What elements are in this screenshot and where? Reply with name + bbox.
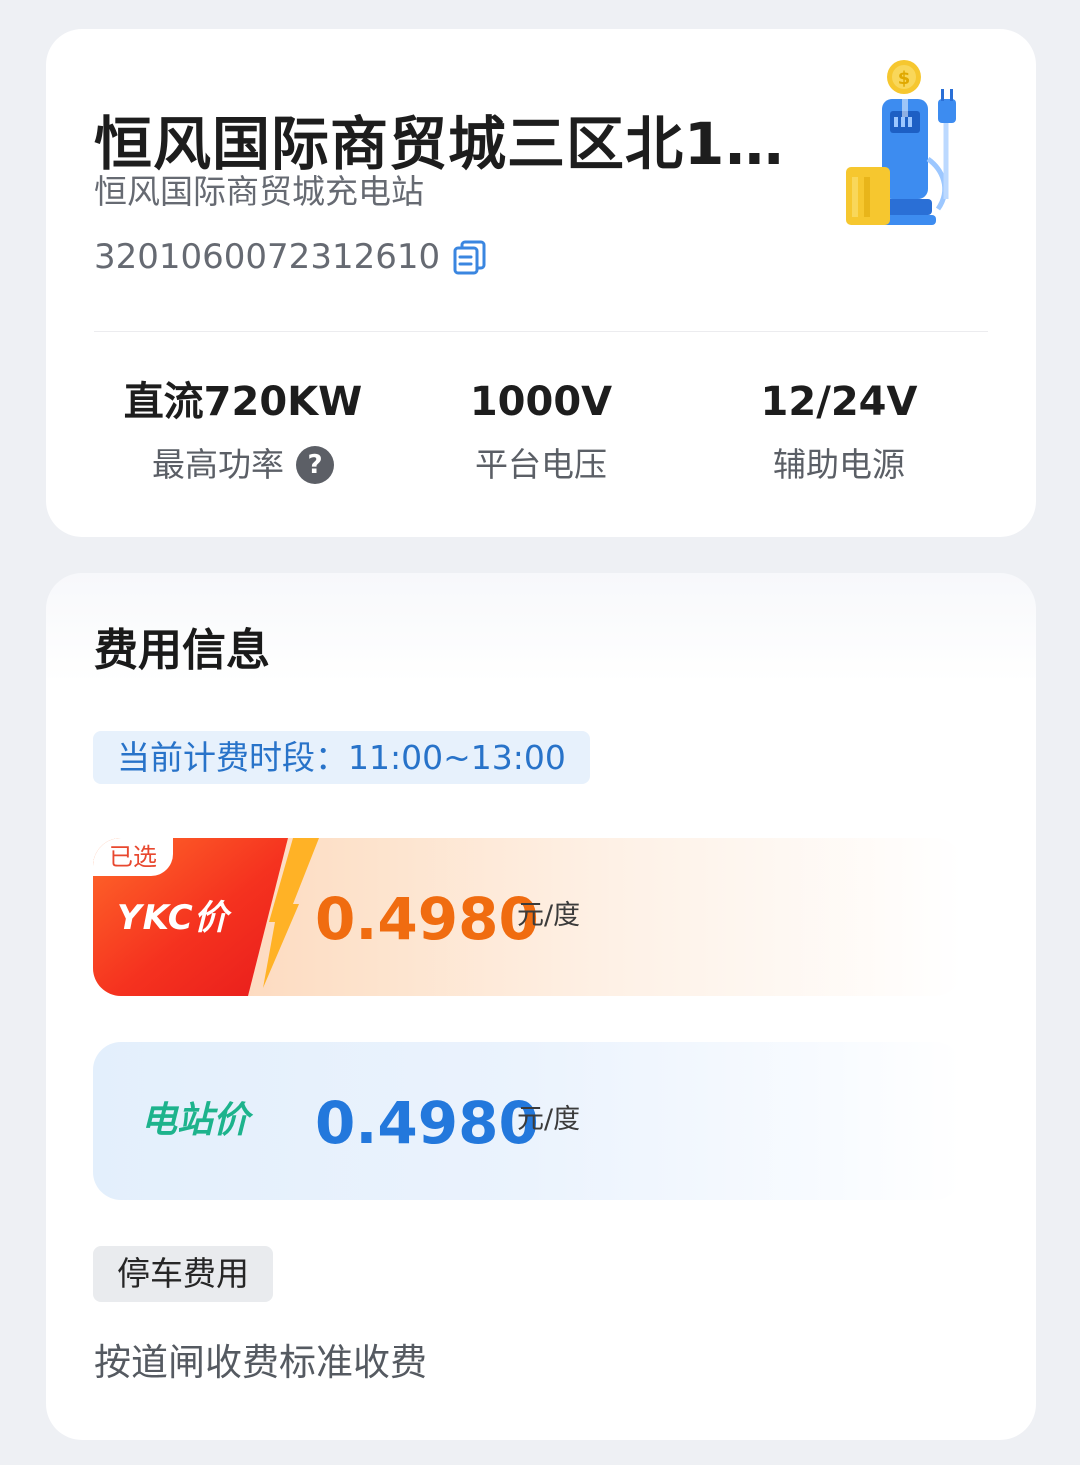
- spec-platform-voltage: 1000V 平台电压: [392, 375, 690, 487]
- spec-aux-power: 12/24V 辅助电源: [690, 375, 988, 487]
- ykc-price-value: 0.4980: [315, 885, 539, 953]
- selected-tag: 已选: [93, 838, 173, 876]
- spec-label-row: 最高功率 ?: [94, 443, 392, 487]
- station-price-option[interactable]: 电站价 0.4980 元/度: [93, 1042, 963, 1200]
- charging-station-illustration: $: [842, 59, 972, 234]
- ykc-price-option[interactable]: 已选 YKC价 0.4980 元/度: [93, 838, 963, 996]
- station-info-card: 恒风国际商贸城三区北1门充电桩 恒风国际商贸城充电站 3201060072312…: [46, 29, 1036, 537]
- help-icon[interactable]: ?: [296, 446, 334, 484]
- fee-info-card: 费用信息 当前计费时段：11:00~13:00 已选 YKC价 0.4980 元…: [46, 573, 1036, 1440]
- spec-value: 1000V: [469, 379, 613, 425]
- svg-text:$: $: [898, 68, 911, 89]
- spec-label: 辅助电源: [773, 445, 905, 484]
- spec-label-row: 辅助电源: [690, 443, 988, 487]
- spec-value: 直流720KW: [123, 379, 363, 425]
- spec-label-row: 平台电压: [392, 443, 690, 487]
- parking-fee-description: 按道闸收费标准收费: [94, 1341, 427, 1384]
- billing-period-tag: 当前计费时段：11:00~13:00: [93, 731, 590, 784]
- station-subtitle: 恒风国际商贸城充电站: [94, 172, 424, 211]
- station-price-label: 电站价: [141, 1100, 250, 1141]
- spec-value: 12/24V: [760, 379, 918, 425]
- spec-label: 平台电压: [475, 445, 607, 484]
- station-price-value: 0.4980: [315, 1089, 539, 1157]
- section-title: 费用信息: [94, 625, 270, 676]
- ykc-price-unit: 元/度: [517, 900, 581, 931]
- spec-max-power: 直流720KW 最高功率 ?: [94, 375, 392, 487]
- divider: [94, 331, 988, 332]
- station-id: 3201060072312610: [94, 237, 441, 277]
- spec-label: 最高功率: [152, 445, 284, 484]
- station-price-unit: 元/度: [517, 1104, 581, 1135]
- spec-list: 直流720KW 最高功率 ? 1000V 平台电压 12/24V 辅助电源: [94, 375, 988, 487]
- parking-fee-tag: 停车费用: [93, 1246, 273, 1302]
- ykc-price-label: YKC价: [117, 898, 229, 938]
- station-id-row: 3201060072312610: [94, 234, 488, 280]
- copy-icon[interactable]: [452, 239, 488, 275]
